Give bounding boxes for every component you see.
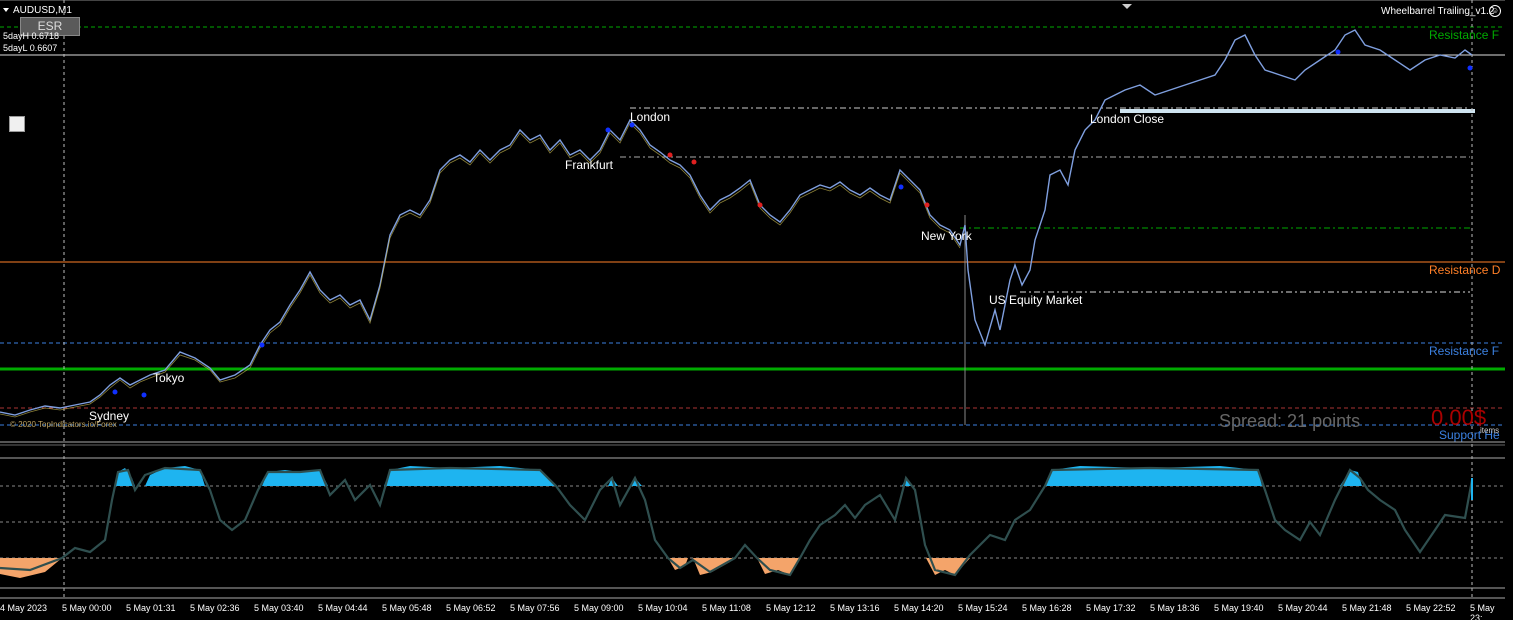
- buy-signal-dot: [605, 127, 611, 133]
- time-axis-label: 5 May 00:00: [62, 603, 112, 613]
- london-close-bar: [1120, 109, 1475, 113]
- sell-signal-dot: [667, 152, 673, 158]
- time-axis-label: 5 May 05:48: [382, 603, 432, 613]
- price-line: [0, 29, 1473, 416]
- time-axis-label: 5 May 18:36: [1150, 603, 1200, 613]
- ea-smiley-icon[interactable]: ☺: [1489, 5, 1501, 17]
- session-us-equity: US Equity Market: [989, 293, 1083, 307]
- spread-label: Spread: 21 points: [1219, 411, 1361, 431]
- time-axis-label: 5 May 17:32: [1086, 603, 1136, 613]
- time-axis-label: 5 May 14:20: [894, 603, 944, 613]
- time-axis-label: 5 May 04:44: [318, 603, 368, 613]
- five-day-low-label: 5dayL 0.6607: [3, 43, 58, 53]
- copyright-label: © 2020 TopIndicators.io/Forex: [10, 420, 117, 429]
- buy-signal-dot: [898, 184, 904, 190]
- panel-checkbox[interactable]: [9, 116, 25, 132]
- time-axis-label: 5 May 02:36: [190, 603, 240, 613]
- symbol-title: AUDUSD,M1: [13, 5, 72, 16]
- time-axis-label: 5 May 12:12: [766, 603, 816, 613]
- sell-signal-dot: [757, 202, 763, 208]
- session-new-york: New York: [921, 229, 972, 243]
- time-axis-label: 5 May 11:08: [702, 603, 751, 613]
- resistance-low-label: Resistance F: [1429, 344, 1500, 358]
- time-axis-label: 5 May 15:24: [958, 603, 1008, 613]
- buy-signal-dot: [112, 389, 118, 395]
- time-axis-label: 5 May 03:40: [254, 603, 304, 613]
- time-axis-label: 5 May 16:28: [1022, 603, 1072, 613]
- session-tokyo: Tokyo: [153, 371, 185, 385]
- sell-signal-dot: [691, 159, 697, 165]
- chart-canvas: [0, 0, 1505, 599]
- menu-arrow-icon: [3, 8, 9, 12]
- buy-signal-dot: [259, 342, 265, 348]
- session-frankfurt: Frankfurt: [565, 158, 614, 172]
- time-axis-label: 5 May 10:04: [638, 603, 688, 613]
- buy-signal-dot: [1335, 49, 1341, 55]
- time-axis-label: 5 May 19:40: [1214, 603, 1264, 613]
- time-axis-label: 5 May 01:31: [126, 603, 176, 613]
- resistance-mid-label: Resistance D: [1429, 263, 1501, 277]
- time-axis-label: 5 May 07:56: [510, 603, 560, 613]
- session-london: London: [630, 110, 671, 124]
- profit-label: 0.00$: [1431, 405, 1487, 430]
- time-axis-label: 5 May 22:52: [1406, 603, 1456, 613]
- resistance-top-label: Resistance F: [1429, 28, 1500, 42]
- scroll-marker-icon: [1122, 4, 1132, 9]
- chart-area[interactable]: AUDUSD,M1 ESR 5dayH 0.6718 5dayL 0.6607 …: [0, 0, 1505, 620]
- time-axis-label: 5 May 23:: [1470, 603, 1495, 620]
- sell-signal-dot: [924, 202, 930, 208]
- time-axis-label: 5 May 21:48: [1342, 603, 1392, 613]
- time-axis-label: 5 May 13:16: [830, 603, 880, 613]
- time-axis-label: 5 May 20:44: [1278, 603, 1328, 613]
- price-shadow: [0, 122, 961, 418]
- session-london-close: London Close: [1090, 112, 1165, 126]
- buy-signal-dot: [141, 392, 147, 398]
- ea-name-label: Wheelbarrel Trailing_v1.2: [1381, 6, 1495, 17]
- time-axis-label: 5 May 06:52: [446, 603, 496, 613]
- time-axis-label: 5 May 09:00: [574, 603, 624, 613]
- items-label: items: [1480, 426, 1500, 435]
- buy-signal-dot: [1467, 65, 1473, 71]
- time-axis-label: 4 May 2023: [0, 603, 48, 613]
- five-day-high-label: 5dayH 0.6718: [3, 31, 60, 41]
